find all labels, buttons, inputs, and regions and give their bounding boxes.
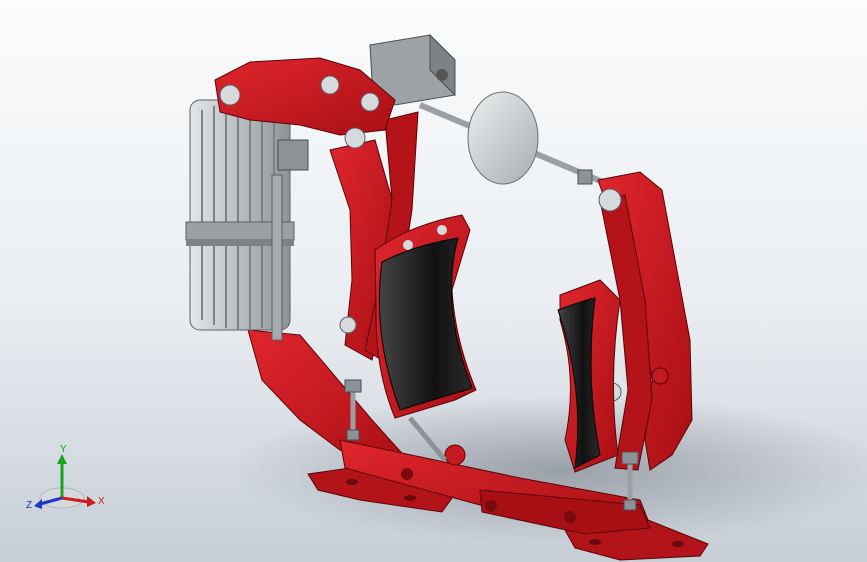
rod-bracket bbox=[277, 139, 309, 171]
pivot-pin bbox=[360, 92, 380, 112]
linkage-pin bbox=[444, 444, 466, 466]
linkage-pin bbox=[401, 468, 413, 480]
x-axis-label: X bbox=[98, 496, 105, 507]
orientation-triad[interactable]: Y X Z bbox=[24, 440, 114, 520]
pivot-pin bbox=[598, 188, 622, 212]
pivot-pin bbox=[344, 127, 366, 149]
rod-nut bbox=[577, 169, 593, 185]
x-axis-arrowhead bbox=[87, 496, 96, 507]
linkage-pin bbox=[485, 500, 497, 512]
3d-model-viewport[interactable]: Y X Z bbox=[0, 0, 867, 562]
z-axis-label: Z bbox=[26, 500, 32, 511]
spring-disc bbox=[467, 91, 539, 185]
right-brake-shoe bbox=[557, 279, 621, 473]
y-axis-label: Y bbox=[60, 444, 67, 455]
push-rod bbox=[271, 174, 283, 341]
pivot-pin bbox=[320, 75, 340, 95]
linkage-pin bbox=[564, 511, 576, 523]
z-axis-arrowhead bbox=[34, 499, 42, 509]
brake-assembly-model[interactable] bbox=[0, 0, 867, 562]
y-axis-arrowhead bbox=[57, 454, 67, 464]
pivot-pin bbox=[651, 367, 669, 385]
pivot-pin bbox=[219, 84, 241, 106]
